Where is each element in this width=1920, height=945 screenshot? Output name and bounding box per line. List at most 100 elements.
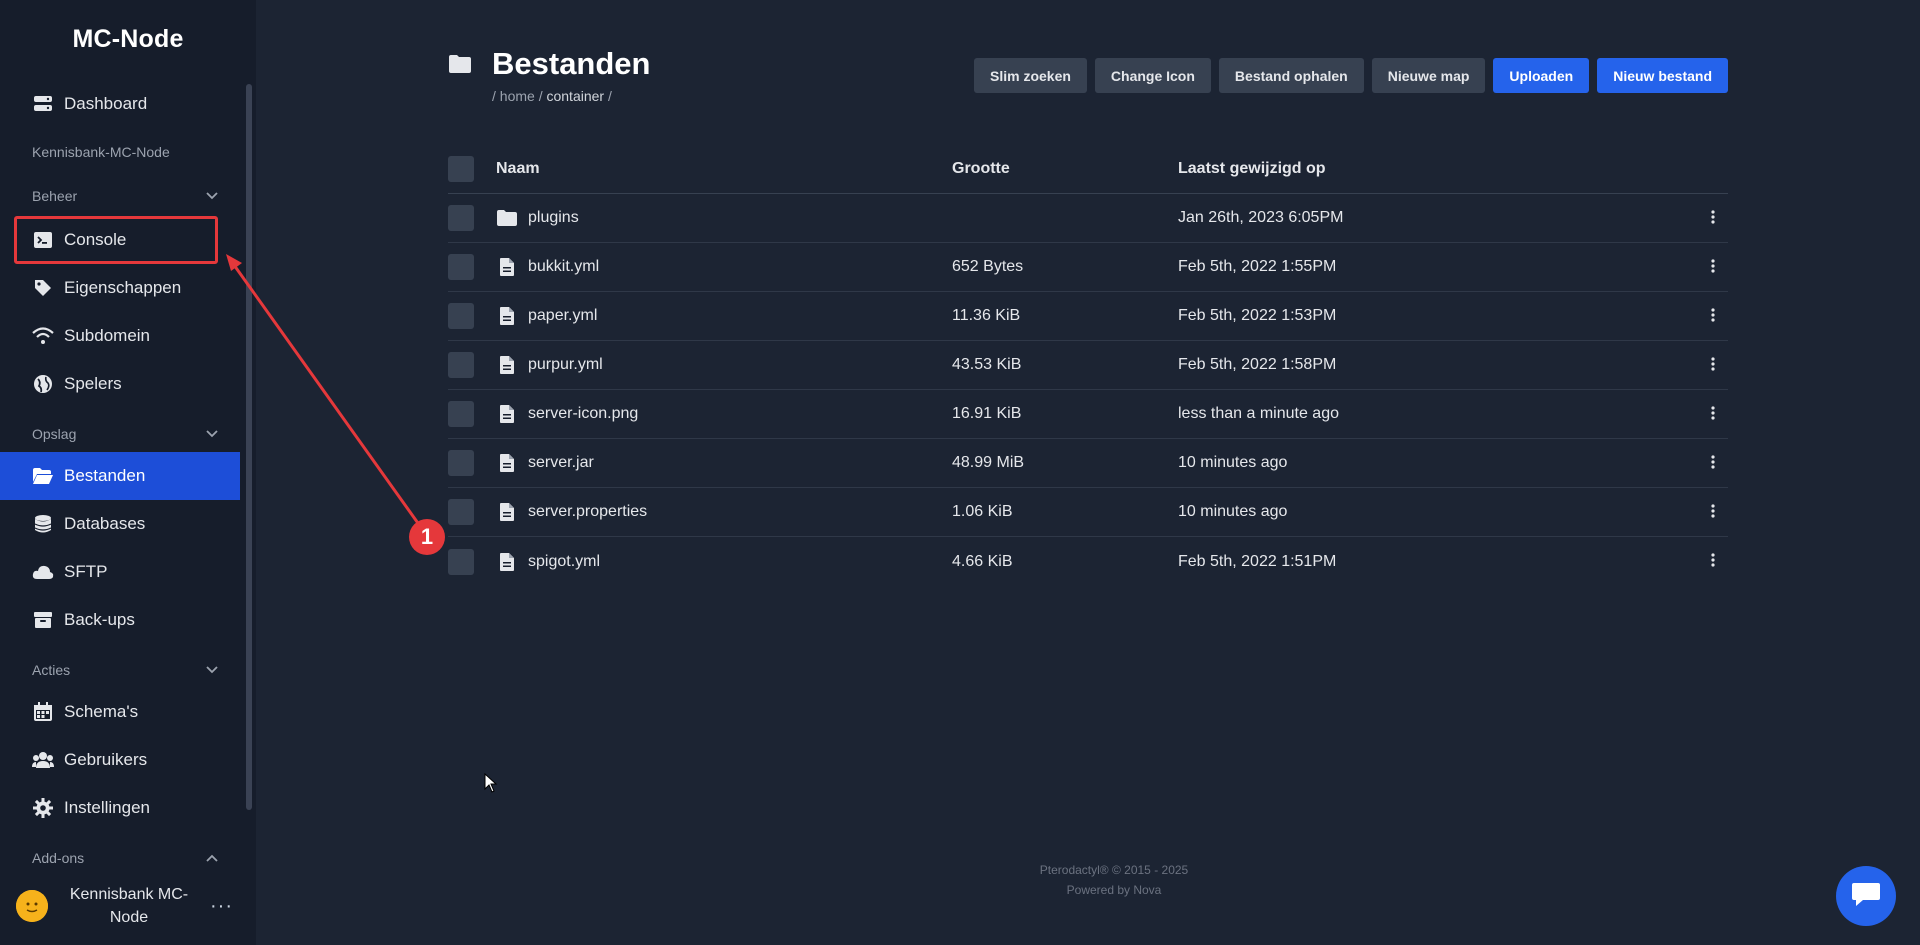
- file-size: 1.06 KiB: [952, 503, 1013, 520]
- table-row[interactable]: server.jar 48.99 MiB 10 minutes ago: [448, 439, 1728, 488]
- more-horizontal-icon[interactable]: ···: [210, 895, 233, 918]
- file-modified: Jan 26th, 2023 6:05PM: [1178, 209, 1344, 226]
- smart-search-button[interactable]: Slim zoeken: [973, 58, 1087, 93]
- calendar-icon: [32, 701, 54, 723]
- file-name-cell[interactable]: purpur.yml: [496, 354, 952, 376]
- file-name-cell[interactable]: paper.yml: [496, 305, 952, 327]
- new-file-button[interactable]: Nieuw bestand: [1597, 58, 1728, 93]
- file-icon: [496, 452, 518, 474]
- sidebar-item-backups[interactable]: Back-ups: [0, 596, 240, 644]
- sidebar-scrollbar[interactable]: [246, 84, 252, 810]
- file-name-cell[interactable]: plugins: [496, 207, 952, 229]
- file-size: 11.36 KiB: [952, 307, 1021, 324]
- tag-icon: [32, 277, 54, 299]
- table-body: plugins Jan 26th, 2023 6:05PM bukkit.yml…: [448, 194, 1728, 586]
- section-label: Opslag: [32, 426, 77, 442]
- sidebar-item-label: Databases: [64, 514, 146, 533]
- row-menu-icon[interactable]: [1698, 257, 1728, 278]
- file-name[interactable]: plugins: [528, 209, 579, 227]
- file-name-cell[interactable]: bukkit.yml: [496, 256, 952, 278]
- row-menu-icon[interactable]: [1698, 453, 1728, 474]
- sidebar-item-eigenschappen[interactable]: Eigenschappen: [0, 264, 240, 312]
- user-name: Kennisbank MC-Node: [69, 886, 189, 926]
- sidebar-item-console[interactable]: Console: [14, 216, 218, 264]
- row-checkbox[interactable]: [448, 352, 474, 378]
- row-checkbox[interactable]: [448, 205, 474, 231]
- table-row[interactable]: server-icon.png 16.91 KiB less than a mi…: [448, 390, 1728, 439]
- terminal-icon: [32, 229, 54, 251]
- sidebar-item-label: Back-ups: [64, 610, 135, 629]
- file-modified: 10 minutes ago: [1178, 503, 1288, 520]
- file-name[interactable]: server.properties: [528, 503, 647, 521]
- table-row[interactable]: spigot.yml 4.66 KiB Feb 5th, 2022 1:51PM: [448, 537, 1728, 586]
- file-name[interactable]: spigot.yml: [528, 553, 600, 571]
- globe-icon: [32, 373, 54, 395]
- file-size: 48.99 MiB: [952, 454, 1025, 471]
- page-title: Bestanden: [492, 46, 651, 81]
- row-menu-icon[interactable]: [1698, 355, 1728, 376]
- section-beheer[interactable]: Beheer: [32, 188, 218, 204]
- breadcrumb-home[interactable]: home: [500, 88, 535, 104]
- chat-button[interactable]: [1836, 866, 1896, 926]
- brand-title[interactable]: MC-Node: [0, 0, 256, 78]
- table-row[interactable]: plugins Jan 26th, 2023 6:05PM: [448, 194, 1728, 243]
- upload-button[interactable]: Uploaden: [1493, 58, 1590, 93]
- sidebar-item-instellingen[interactable]: Instellingen: [0, 784, 240, 832]
- row-checkbox[interactable]: [448, 548, 474, 575]
- file-icon: [496, 354, 518, 376]
- select-all-checkbox[interactable]: [448, 155, 474, 182]
- table-row[interactable]: bukkit.yml 652 Bytes Feb 5th, 2022 1:55P…: [448, 243, 1728, 292]
- sidebar-item-gebruikers[interactable]: Gebruikers: [0, 736, 240, 784]
- file-size: 16.91 KiB: [952, 405, 1022, 422]
- file-name[interactable]: paper.yml: [528, 307, 597, 325]
- sidebar: MC-Node Dashboard Kennisbank-MC-Node Beh…: [0, 0, 256, 945]
- section-acties[interactable]: Acties: [32, 662, 218, 678]
- row-menu-icon[interactable]: [1698, 208, 1728, 229]
- sidebar-item-schemas[interactable]: Schema's: [0, 688, 240, 736]
- file-size: 652 Bytes: [952, 258, 1024, 275]
- breadcrumb-container[interactable]: container: [546, 88, 604, 104]
- change-icon-button[interactable]: Change Icon: [1094, 58, 1211, 93]
- breadcrumb-separator: /: [538, 88, 543, 104]
- row-checkbox[interactable]: [448, 499, 474, 525]
- sidebar-item-label: Instellingen: [64, 798, 151, 817]
- file-modified: 10 minutes ago: [1178, 454, 1288, 471]
- fetch-file-button[interactable]: Bestand ophalen: [1218, 58, 1364, 93]
- row-menu-icon[interactable]: [1698, 404, 1728, 425]
- table-row[interactable]: server.properties 1.06 KiB 10 minutes ag…: [448, 488, 1728, 537]
- folder-open-icon: [32, 465, 54, 487]
- file-name[interactable]: purpur.yml: [528, 356, 603, 374]
- file-name[interactable]: server-icon.png: [528, 405, 638, 423]
- file-name[interactable]: server.jar: [528, 454, 594, 472]
- section-opslag[interactable]: Opslag: [32, 426, 218, 442]
- row-checkbox[interactable]: [448, 401, 474, 427]
- sidebar-item-spelers[interactable]: Spelers: [0, 360, 240, 408]
- archive-icon: [32, 609, 54, 631]
- row-menu-icon[interactable]: [1698, 502, 1728, 523]
- user-account[interactable]: Kennisbank MC-Node ···: [0, 876, 256, 936]
- row-checkbox[interactable]: [448, 303, 474, 329]
- database-icon: [32, 513, 54, 535]
- new-folder-button[interactable]: Nieuwe map: [1371, 58, 1486, 93]
- row-checkbox[interactable]: [448, 450, 474, 476]
- sidebar-item-dashboard[interactable]: Dashboard: [0, 80, 240, 128]
- section-addons[interactable]: Add-ons: [32, 850, 218, 866]
- sidebar-item-label: Gebruikers: [64, 750, 148, 769]
- file-name[interactable]: bukkit.yml: [528, 258, 599, 276]
- row-menu-icon[interactable]: [1698, 551, 1728, 572]
- server-name: Kennisbank-MC-Node: [32, 144, 170, 160]
- file-name-cell[interactable]: server-icon.png: [496, 403, 952, 425]
- row-menu-icon[interactable]: [1698, 306, 1728, 327]
- sidebar-item-label: Spelers: [64, 374, 122, 393]
- file-name-cell[interactable]: server.jar: [496, 452, 952, 474]
- footer-copyright[interactable]: Pterodactyl® © 2015 - 2025: [848, 860, 1380, 880]
- file-name-cell[interactable]: spigot.yml: [496, 551, 952, 573]
- table-row[interactable]: purpur.yml 43.53 KiB Feb 5th, 2022 1:58P…: [448, 341, 1728, 390]
- sidebar-item-sftp[interactable]: SFTP: [0, 548, 240, 596]
- row-checkbox[interactable]: [448, 254, 474, 280]
- sidebar-item-subdomein[interactable]: Subdomein: [0, 312, 240, 360]
- sidebar-item-databases[interactable]: Databases: [0, 500, 240, 548]
- table-row[interactable]: paper.yml 11.36 KiB Feb 5th, 2022 1:53PM: [448, 292, 1728, 341]
- sidebar-item-bestanden[interactable]: Bestanden: [0, 452, 240, 500]
- file-name-cell[interactable]: server.properties: [496, 501, 952, 523]
